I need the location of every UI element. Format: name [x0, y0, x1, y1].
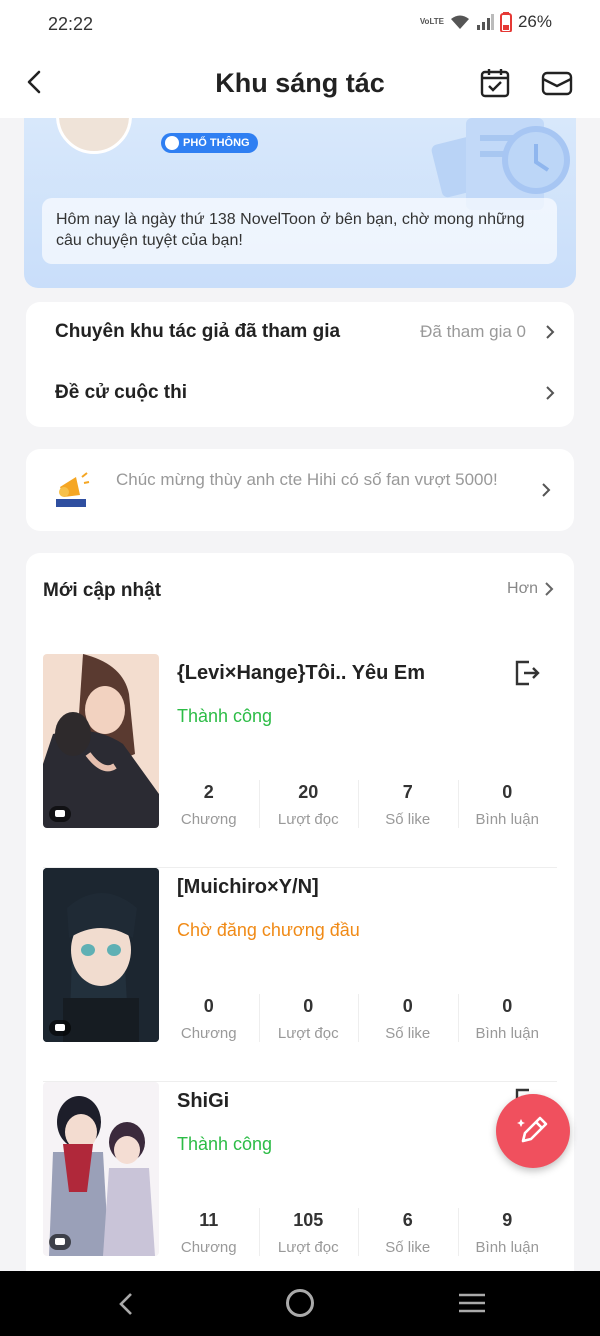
cover-illustration — [43, 1082, 159, 1256]
story-title: ShiGi — [177, 1090, 230, 1112]
announcement-card[interactable]: Chúc mừng thùy anh cte Hihi có số fan vư… — [26, 449, 574, 531]
stat-label: Lượt đọc — [277, 811, 339, 828]
stat-value: 11 — [199, 1210, 219, 1230]
status-time: 22:22 — [48, 14, 94, 34]
stat-label: Lượt đọc — [277, 1239, 339, 1256]
battery-level: 26% — [517, 12, 552, 31]
stat-value: 9 — [502, 1210, 513, 1230]
story-stats: 2 Chương 20 Lượt đọc 7 Số like 0 Bình luận — [159, 778, 557, 832]
megaphone-icon — [56, 472, 90, 507]
story-cover[interactable] — [43, 868, 159, 1042]
stat-value: 0 — [502, 996, 513, 1016]
stat-label: Số like — [385, 1239, 431, 1256]
joined-zones-label: Chuyên khu tác giả đã tham gia — [55, 321, 341, 342]
stat-value: 0 — [203, 996, 214, 1016]
stat-likes: 7 Số like — [358, 778, 458, 832]
avatar[interactable] — [56, 118, 132, 154]
app-header: Khu sáng tác — [0, 50, 600, 118]
volte-indicator: VoLTE — [419, 17, 444, 26]
stat-value: 0 — [502, 782, 513, 802]
contest-nominate-label: Đề cử cuộc thi — [55, 382, 188, 403]
section-title: Mới cập nhật — [43, 580, 162, 601]
nav-back-icon[interactable] — [112, 1289, 142, 1319]
joined-zones-row[interactable]: Chuyên khu tác giả đã tham gia Đã tham g… — [26, 302, 574, 362]
stat-reads: 20 Lượt đọc — [258, 778, 359, 832]
story-stats: 11 Chương 105 Lượt đọc 6 Số like 9 Bình luận — [159, 1206, 557, 1260]
chevron-right-icon — [542, 483, 551, 497]
nav-home-icon[interactable] — [286, 1289, 314, 1317]
stat-likes: 6 Số like — [358, 1206, 458, 1260]
stat-value: 0 — [402, 996, 413, 1016]
story-status: Thành công — [177, 706, 273, 726]
signal-icon — [476, 14, 494, 30]
story-item[interactable]: {Levi×Hange}Tôi.. Yêu Em Thành công 2 Chư… — [43, 654, 557, 868]
more-link[interactable]: Hơn — [507, 580, 554, 598]
chevron-right-icon — [546, 325, 555, 339]
battery-icon — [499, 12, 512, 32]
wifi-icon — [450, 15, 469, 29]
system-nav-bar — [0, 1271, 600, 1336]
level-badge-label: PHỔ THÔNG — [183, 137, 250, 149]
cover-illustration — [43, 654, 159, 828]
write-fab-button[interactable] — [496, 1094, 570, 1168]
story-item[interactable]: ShiGi Thành công 11 Chương 105 Lượt đọc 6 S… — [43, 1082, 557, 1296]
stat-comments: 0 Bình luận — [457, 778, 558, 832]
stat-label: Số like — [385, 811, 431, 828]
stat-value: 2 — [203, 782, 214, 802]
chat-badge-icon — [49, 1234, 71, 1250]
stat-value: 6 — [402, 1210, 413, 1230]
stat-value: 20 — [298, 782, 319, 802]
stat-reads: 105 Lượt đọc — [258, 1206, 359, 1260]
calendar-check-icon[interactable] — [478, 66, 512, 100]
chevron-right-icon — [546, 386, 555, 400]
story-title: {Levi×Hange}Tôi.. Yêu Em — [177, 662, 426, 684]
stat-chapters: 11 Chương — [159, 1206, 259, 1260]
joined-zones-value: Đã tham gia 0 — [420, 322, 526, 341]
story-cover[interactable] — [43, 1082, 159, 1256]
profile-banner: PHỔ THÔNG Hôm nay là ngày thứ 138 NovelT… — [24, 118, 576, 288]
stat-comments: 9 Bình luận — [457, 1206, 558, 1260]
cover-illustration — [43, 868, 159, 1042]
stat-chapters: 2 Chương — [159, 778, 259, 832]
story-stats: 0 Chương 0 Lượt đọc 0 Số like 0 Bình luận — [159, 992, 557, 1046]
contest-nominate-row[interactable]: Đề cử cuộc thi — [26, 363, 574, 423]
pencil-icon — [517, 1116, 548, 1143]
stat-label: Bình luận — [475, 1239, 539, 1256]
stat-label: Chương — [180, 811, 237, 828]
stat-value: 105 — [293, 1210, 324, 1230]
welcome-message: Hôm nay là ngày thứ 138 NovelToon ở bên … — [42, 198, 557, 264]
story-status: Thành công — [177, 1134, 273, 1154]
stat-label: Lượt đọc — [277, 1025, 339, 1042]
recent-updates-card: Mới cập nhật Hơn {Levi×Hange}Tôi.. Yêu E… — [26, 553, 574, 1313]
chat-badge-icon — [49, 806, 71, 822]
chevron-right-icon — [545, 582, 554, 596]
stat-comments: 0 Bình luận — [457, 992, 558, 1046]
more-link-label: Hơn — [507, 580, 538, 597]
exit-icon[interactable] — [511, 658, 541, 688]
status-bar: 22:22 VoLTE 26% — [0, 0, 600, 50]
story-item[interactable]: [Muichiro×Y/N] Chờ đăng chương đầu 0 Chươ… — [43, 868, 557, 1082]
stat-value: 7 — [402, 782, 413, 802]
story-status: Chờ đăng chương đầu — [177, 920, 360, 940]
level-drop-icon — [165, 136, 179, 150]
story-title: [Muichiro×Y/N] — [177, 876, 319, 898]
chat-badge-icon — [49, 1020, 71, 1036]
stat-label: Bình luận — [475, 1025, 539, 1042]
status-icons: VoLTE 26% — [420, 12, 552, 32]
stat-value: 0 — [303, 996, 314, 1016]
stat-reads: 0 Lượt đọc — [258, 992, 359, 1046]
author-links-card: Chuyên khu tác giả đã tham gia Đã tham g… — [26, 302, 574, 427]
nav-recents-icon[interactable] — [458, 1291, 486, 1315]
announcement-text: Chúc mừng thùy anh cte Hihi có số fan vư… — [116, 470, 498, 489]
stat-label: Số like — [385, 1025, 431, 1042]
level-badge: PHỔ THÔNG — [161, 133, 258, 153]
stat-label: Chương — [180, 1239, 237, 1256]
mail-icon[interactable] — [540, 66, 574, 100]
stat-label: Bình luận — [475, 811, 539, 828]
stat-label: Chương — [180, 1025, 237, 1042]
story-cover[interactable] — [43, 654, 159, 828]
stat-chapters: 0 Chương — [159, 992, 259, 1046]
stat-likes: 0 Số like — [358, 992, 458, 1046]
